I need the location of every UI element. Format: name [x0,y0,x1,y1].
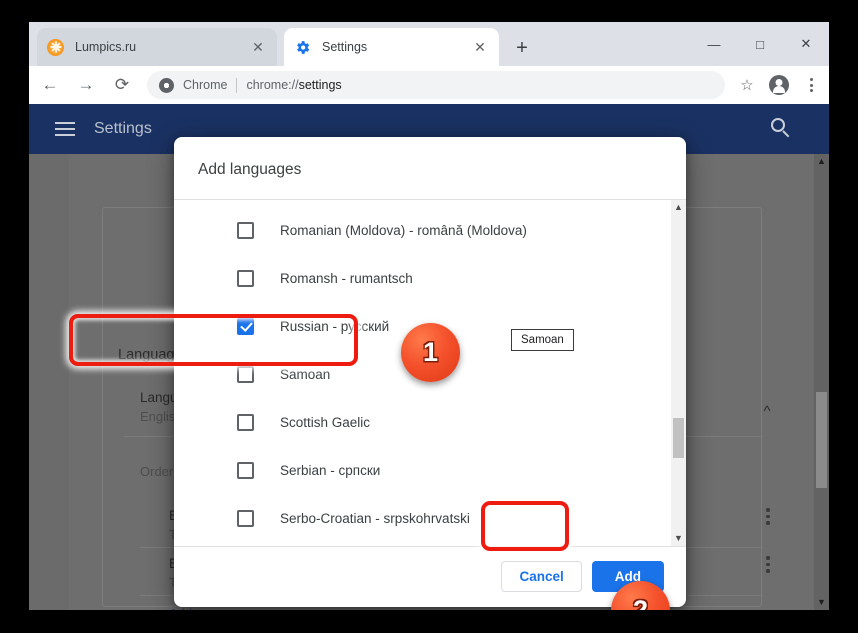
list-item[interactable]: Romansh - rumantsch [174,254,671,302]
gear-icon [294,39,311,56]
language-label: Serbo-Croatian - srpskohrvatski [280,510,470,526]
step-badge-1: 1 [401,323,460,382]
scrollbar-thumb[interactable] [816,392,827,488]
maximize-icon[interactable]: □ [737,22,783,66]
tab-title: Settings [322,40,368,54]
language-label: Russian - русский [280,318,390,334]
page-scrollbar[interactable]: ▲ ▼ [814,154,829,610]
chrome-logo-icon [159,77,174,93]
page-viewport: Settings Languages Language English ^ Or… [29,104,829,610]
settings-sidebar [29,154,69,610]
list-item[interactable]: Serbo-Croatian - srpskohrvatski [174,494,671,542]
caret-up-icon[interactable]: ▲ [671,200,686,215]
cancel-button[interactable]: Cancel [501,561,582,592]
caret-down-icon[interactable]: ▼ [671,531,686,546]
tab-title: Lumpics.ru [75,40,137,54]
checkbox[interactable] [237,461,254,479]
caret-down-icon[interactable]: ▼ [814,595,829,610]
omnibox-scheme-label: Chrome [183,78,228,92]
minimize-icon[interactable]: — [691,22,737,66]
dialog-title: Add languages [198,161,302,178]
scrollbar-thumb[interactable] [673,418,684,458]
window-controls: — □ ✕ [691,22,829,66]
close-icon[interactable]: ✕ [249,38,267,56]
close-icon[interactable]: ✕ [471,38,489,56]
dialog-scrollbar[interactable]: ▲ ▼ [671,200,686,546]
url-suffix: settings [298,78,342,92]
address-bar[interactable]: Chrome chrome://settings [147,71,725,99]
checkbox[interactable] [237,221,254,239]
list-item[interactable]: Serbian - српски [174,446,671,494]
person-avatar-icon[interactable] [765,71,793,99]
language-label: Romanian (Moldova) - română (Moldova) [280,222,527,238]
checkbox[interactable] [237,509,254,527]
checkbox[interactable] [237,317,254,335]
chevron-up-icon[interactable]: ^ [759,404,775,419]
tab-lumpics[interactable]: Lumpics.ru ✕ [37,28,277,66]
omnibox-separator [236,77,238,93]
kebab-menu-icon[interactable] [797,71,825,99]
kebab-menu-icon[interactable] [766,556,770,573]
checkbox[interactable] [237,365,254,383]
close-icon[interactable]: ✕ [783,22,829,66]
hamburger-menu-icon[interactable] [55,122,75,136]
list-item[interactable]: Romanian (Moldova) - română (Moldova) [174,206,671,254]
language-label: Scottish Gaelic [280,414,371,430]
dialog-footer: Cancel Add [174,546,686,607]
reload-icon[interactable]: ⟳ [107,70,137,100]
checkbox[interactable] [237,269,254,287]
language-label: Samoan [280,366,331,382]
tooltip: Samoan [511,329,574,351]
language-label: Romansh - rumantsch [280,270,413,286]
omnibox-url: chrome://settings [246,78,341,92]
tab-strip: Lumpics.ru ✕ Settings ✕ + — □ ✕ [29,22,829,66]
caret-up-icon[interactable]: ▲ [814,154,829,169]
language-label: Serbian - српски [280,462,381,478]
arrow-left-icon[interactable]: ← [35,70,65,100]
orange-circle-icon [47,38,64,56]
arrow-right-icon[interactable]: → [71,70,101,100]
browser-toolbar: ← → ⟳ Chrome chrome://settings ☆ [29,66,829,104]
browser-window: Lumpics.ru ✕ Settings ✕ + — □ ✕ ← → ⟳ Ch… [29,22,829,610]
search-icon[interactable] [771,118,793,140]
kebab-menu-icon[interactable] [766,508,770,525]
checkbox[interactable] [237,413,254,431]
url-prefix: chrome:// [246,78,299,92]
new-tab-button[interactable]: + [509,35,535,61]
page-title: Settings [94,120,152,137]
list-item[interactable]: Scottish Gaelic [174,398,671,446]
tab-settings[interactable]: Settings ✕ [284,28,499,66]
star-icon[interactable]: ☆ [733,71,761,99]
